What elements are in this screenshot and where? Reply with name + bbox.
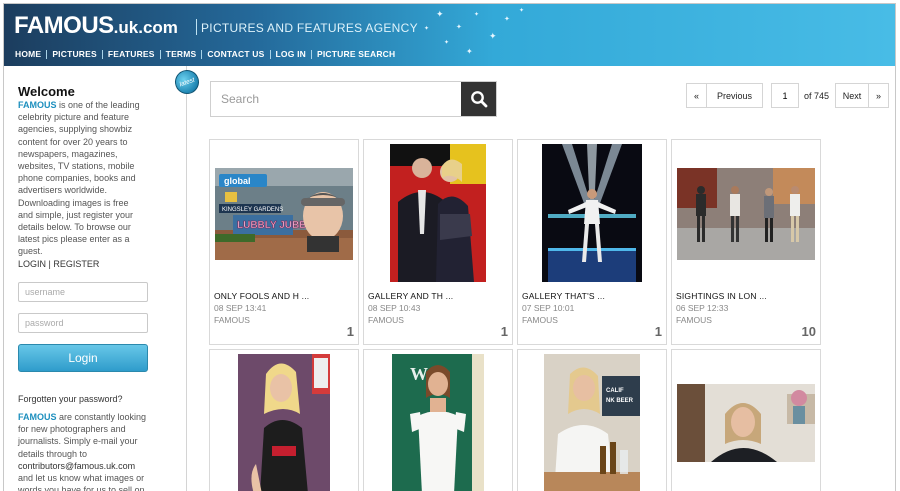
- pagination: « Previous of 745 Next »: [686, 83, 890, 108]
- blonde-woman-photo: [238, 354, 330, 491]
- tagline-divider: [196, 19, 197, 35]
- password-input[interactable]: [18, 313, 148, 333]
- mural-sign-text: KINGSLEY GARDENS: [222, 207, 283, 213]
- logo-suffix-text: .uk.com: [113, 18, 178, 37]
- card-date: 06 SEP 12:33: [676, 303, 729, 313]
- last-page-button[interactable]: »: [868, 83, 890, 108]
- svg-text:NK BEER: NK BEER: [606, 398, 634, 404]
- auth-separator: |: [48, 259, 51, 269]
- sparkle-icon: ✦: [466, 47, 473, 56]
- card-agency: FAMOUS: [522, 315, 558, 325]
- svg-text:CALIF: CALIF: [606, 388, 624, 394]
- woman-white-dress-photo: W: [392, 354, 484, 491]
- sparkle-icon: ✦: [474, 12, 480, 18]
- auth-links: LOGIN | REGISTER: [18, 259, 99, 269]
- card-date: 08 SEP 10:43: [368, 303, 421, 313]
- gallery-card[interactable]: [209, 349, 359, 491]
- search-icon: [470, 91, 487, 108]
- contrib-body-2: and let us know what images or words you…: [18, 473, 145, 491]
- nav-terms[interactable]: TERMS: [161, 49, 202, 59]
- sparkle-icon: ✦: [436, 9, 444, 19]
- main-nav: HOME PICTURES FEATURES TERMS CONTACT US …: [10, 47, 400, 61]
- sparkle-icon: ✦: [489, 31, 497, 41]
- couple-photo: [390, 144, 486, 282]
- contributors-email-link[interactable]: contributors@famous.uk.com: [18, 461, 135, 471]
- card-photo-count: 10: [801, 324, 816, 339]
- nav-log-in[interactable]: LOG IN: [271, 49, 311, 59]
- card-title[interactable]: ONLY FOOLS AND H ...: [214, 291, 309, 301]
- svg-text:W: W: [410, 364, 428, 384]
- login-link[interactable]: LOGIN: [18, 259, 46, 269]
- login-button[interactable]: Login: [18, 344, 148, 372]
- card-photo-count: 1: [500, 324, 508, 339]
- nav-picture-search[interactable]: PICTURE SEARCH: [312, 49, 400, 59]
- gallery-card[interactable]: CALIF NK BEER: [517, 349, 667, 491]
- nav-features[interactable]: FEATURES: [103, 49, 160, 59]
- woman-with-bottles-photo: CALIF NK BEER: [544, 354, 640, 491]
- card-thumbnail[interactable]: [518, 144, 666, 282]
- card-agency: FAMOUS: [214, 315, 250, 325]
- brand-link[interactable]: FAMOUS: [18, 100, 57, 110]
- welcome-text: FAMOUS is one of the leading celebrity p…: [18, 99, 146, 258]
- card-thumbnail[interactable]: [210, 354, 358, 491]
- woman-video-call-photo: [677, 384, 815, 462]
- sparkle-icon: ✦: [444, 40, 450, 46]
- card-thumbnail[interactable]: [672, 384, 820, 462]
- gallery-card[interactable]: global KINGSLEY GARDENS LUBBLY JUBBLY ON…: [209, 139, 359, 345]
- search-button[interactable]: [461, 82, 496, 116]
- gallery-card[interactable]: W: [363, 349, 513, 491]
- forgot-password-link[interactable]: Forgotten your password?: [18, 394, 123, 404]
- nav-contact-us[interactable]: CONTACT US: [202, 49, 269, 59]
- contributors-text: FAMOUS are constantly looking for new ph…: [18, 411, 150, 491]
- register-link[interactable]: REGISTER: [53, 259, 99, 269]
- card-thumbnail[interactable]: W: [364, 354, 512, 491]
- sparkle-icon: ✦: [504, 16, 510, 23]
- sparkle-icon: ✦: [456, 24, 462, 31]
- sidebar: Welcome FAMOUS is one of the leading cel…: [4, 66, 187, 491]
- page-number-input[interactable]: [771, 83, 799, 108]
- card-photo-count: 1: [346, 324, 354, 339]
- browser-page: ✦ ✦ ✦ ✦ ✦ ✦ ✦ ✦ ✦ FAMOUS.uk.com PICTURES…: [3, 3, 896, 491]
- previous-page-button[interactable]: Previous: [706, 83, 763, 108]
- contrib-brand-link[interactable]: FAMOUS: [18, 412, 57, 422]
- mural-photo: global KINGSLEY GARDENS LUBBLY JUBBLY: [215, 168, 353, 260]
- username-input[interactable]: [18, 282, 148, 302]
- card-thumbnail[interactable]: [672, 168, 820, 260]
- mural-brand-text: global: [224, 176, 251, 186]
- card-date: 08 SEP 13:41: [214, 303, 267, 313]
- card-thumbnail[interactable]: global KINGSLEY GARDENS LUBBLY JUBBLY: [210, 168, 358, 260]
- gallery-card[interactable]: SIGHTINGS IN LON ... 06 SEP 12:33 FAMOUS…: [671, 139, 821, 345]
- welcome-heading: Welcome: [18, 84, 75, 99]
- nav-home[interactable]: HOME: [10, 49, 46, 59]
- sparkle-icon: ✦: [519, 8, 525, 14]
- card-date: 07 SEP 10:01: [522, 303, 575, 313]
- sparkle-icon: ✦: [424, 26, 430, 32]
- card-title[interactable]: GALLERY THAT'S ...: [522, 291, 605, 301]
- gallery-card[interactable]: [671, 349, 821, 491]
- card-thumbnail[interactable]: CALIF NK BEER: [518, 354, 666, 491]
- site-header: ✦ ✦ ✦ ✦ ✦ ✦ ✦ ✦ ✦ FAMOUS.uk.com PICTURES…: [4, 4, 895, 66]
- welcome-body: is one of the leading celebrity picture …: [18, 100, 140, 257]
- search-input[interactable]: [211, 82, 461, 116]
- card-photo-count: 1: [654, 324, 662, 339]
- total-pages-label: of 745: [804, 90, 830, 101]
- group-walking-photo: [677, 168, 815, 260]
- site-logo[interactable]: FAMOUS.uk.com: [14, 12, 178, 42]
- card-thumbnail[interactable]: [364, 144, 512, 282]
- first-page-button[interactable]: «: [686, 83, 707, 108]
- card-agency: FAMOUS: [368, 315, 404, 325]
- search-bar: [210, 81, 497, 117]
- nav-pictures[interactable]: PICTURES: [47, 49, 102, 59]
- performer-photo: [542, 144, 642, 282]
- card-title[interactable]: SIGHTINGS IN LON ...: [676, 291, 767, 301]
- card-agency: FAMOUS: [676, 315, 712, 325]
- logo-main-text: FAMOUS: [14, 12, 114, 39]
- card-title[interactable]: GALLERY AND TH ...: [368, 291, 453, 301]
- site-tagline: PICTURES AND FEATURES AGENCY: [201, 21, 418, 35]
- gallery-card[interactable]: GALLERY AND TH ... 08 SEP 10:43 FAMOUS 1: [363, 139, 513, 345]
- gallery-card[interactable]: GALLERY THAT'S ... 07 SEP 10:01 FAMOUS 1: [517, 139, 667, 345]
- next-page-button[interactable]: Next: [835, 83, 870, 108]
